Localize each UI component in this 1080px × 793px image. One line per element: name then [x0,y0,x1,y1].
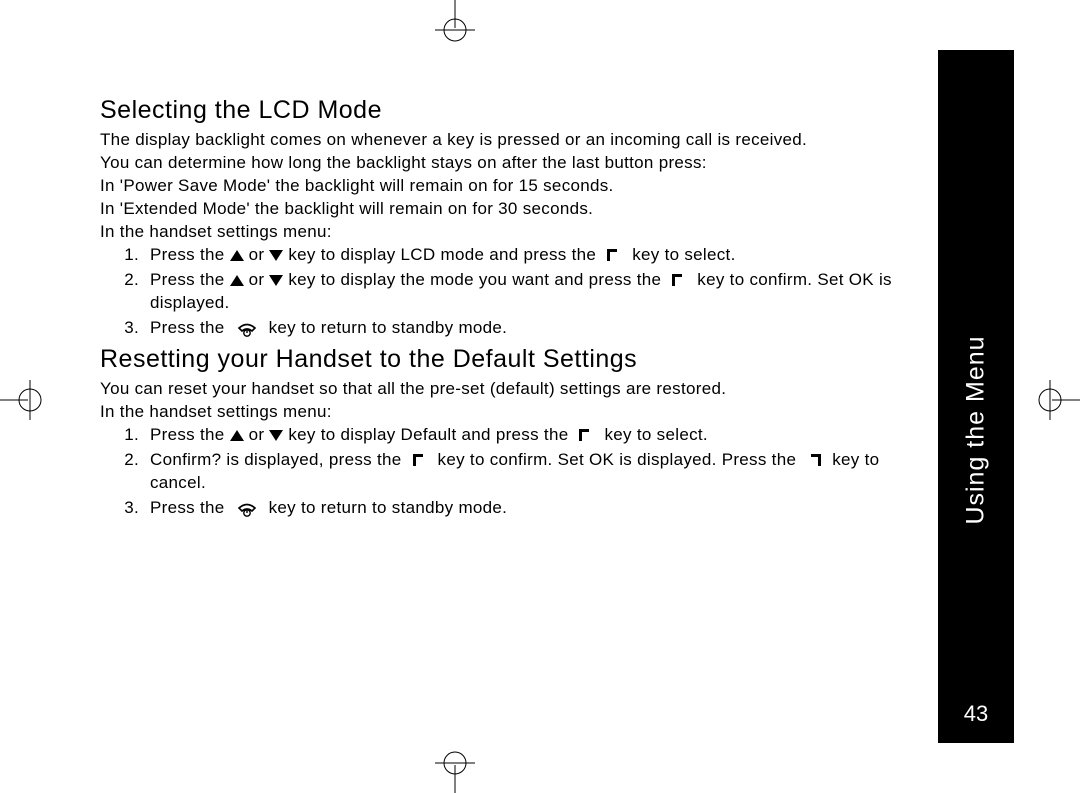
text: key to select. [627,245,735,264]
up-arrow-icon [230,430,244,441]
list-item: Confirm? is displayed, press the key to … [144,449,900,495]
steps-list: Press the or key to display Default and … [100,424,900,520]
left-softkey-icon [672,274,686,286]
text: Press the [150,318,230,337]
page-content: Selecting the LCD Mode The display backl… [100,90,900,522]
text: key to return to standby mode. [264,498,508,517]
text: key to display LCD mode and press the [283,245,601,264]
heading-reset-default: Resetting your Handset to the Default Se… [100,345,900,374]
power-hangup-icon [236,499,258,517]
text: key to select. [599,425,707,444]
power-hangup-icon [236,319,258,337]
body-text: You can reset your handset so that all t… [100,378,900,401]
text: or [244,270,270,289]
list-item: Press the or key to display Default and … [144,424,900,447]
left-softkey-icon [579,429,593,441]
text: key to confirm. Set OK is displayed. Pre… [433,450,802,469]
page-number: 43 [964,701,988,727]
body-text: In the handset settings menu: [100,221,900,244]
body-text: The display backlight comes on whenever … [100,129,900,152]
left-softkey-icon [413,454,427,466]
text: or [244,245,270,264]
body-text: You can determine how long the backlight… [100,152,900,175]
down-arrow-icon [269,275,283,286]
text: Press the [150,498,230,517]
list-item: Press the key to return to standby mode. [144,497,900,520]
list-item: Press the key to return to standby mode. [144,317,900,340]
sidebar-tab: Using the Menu 43 [938,50,1014,743]
right-softkey-icon [807,454,821,466]
text: key to return to standby mode. [264,318,508,337]
steps-list: Press the or key to display LCD mode and… [100,244,900,340]
down-arrow-icon [269,250,283,261]
section-label: Using the Menu [962,335,991,524]
body-text: In 'Extended Mode' the backlight will re… [100,198,900,221]
body-text: In 'Power Save Mode' the backlight will … [100,175,900,198]
left-softkey-icon [607,249,621,261]
text: key to display the mode you want and pre… [283,270,666,289]
up-arrow-icon [230,250,244,261]
text: or [244,425,270,444]
up-arrow-icon [230,275,244,286]
body-text: In the handset settings menu: [100,401,900,424]
text: key to display Default and press the [283,425,573,444]
text: Press the [150,425,230,444]
text: Confirm? is displayed, press the [150,450,407,469]
list-item: Press the or key to display LCD mode and… [144,244,900,267]
down-arrow-icon [269,430,283,441]
heading-lcd-mode: Selecting the LCD Mode [100,96,900,125]
list-item: Press the or key to display the mode you… [144,269,900,315]
text: Press the [150,245,230,264]
text: Press the [150,270,230,289]
